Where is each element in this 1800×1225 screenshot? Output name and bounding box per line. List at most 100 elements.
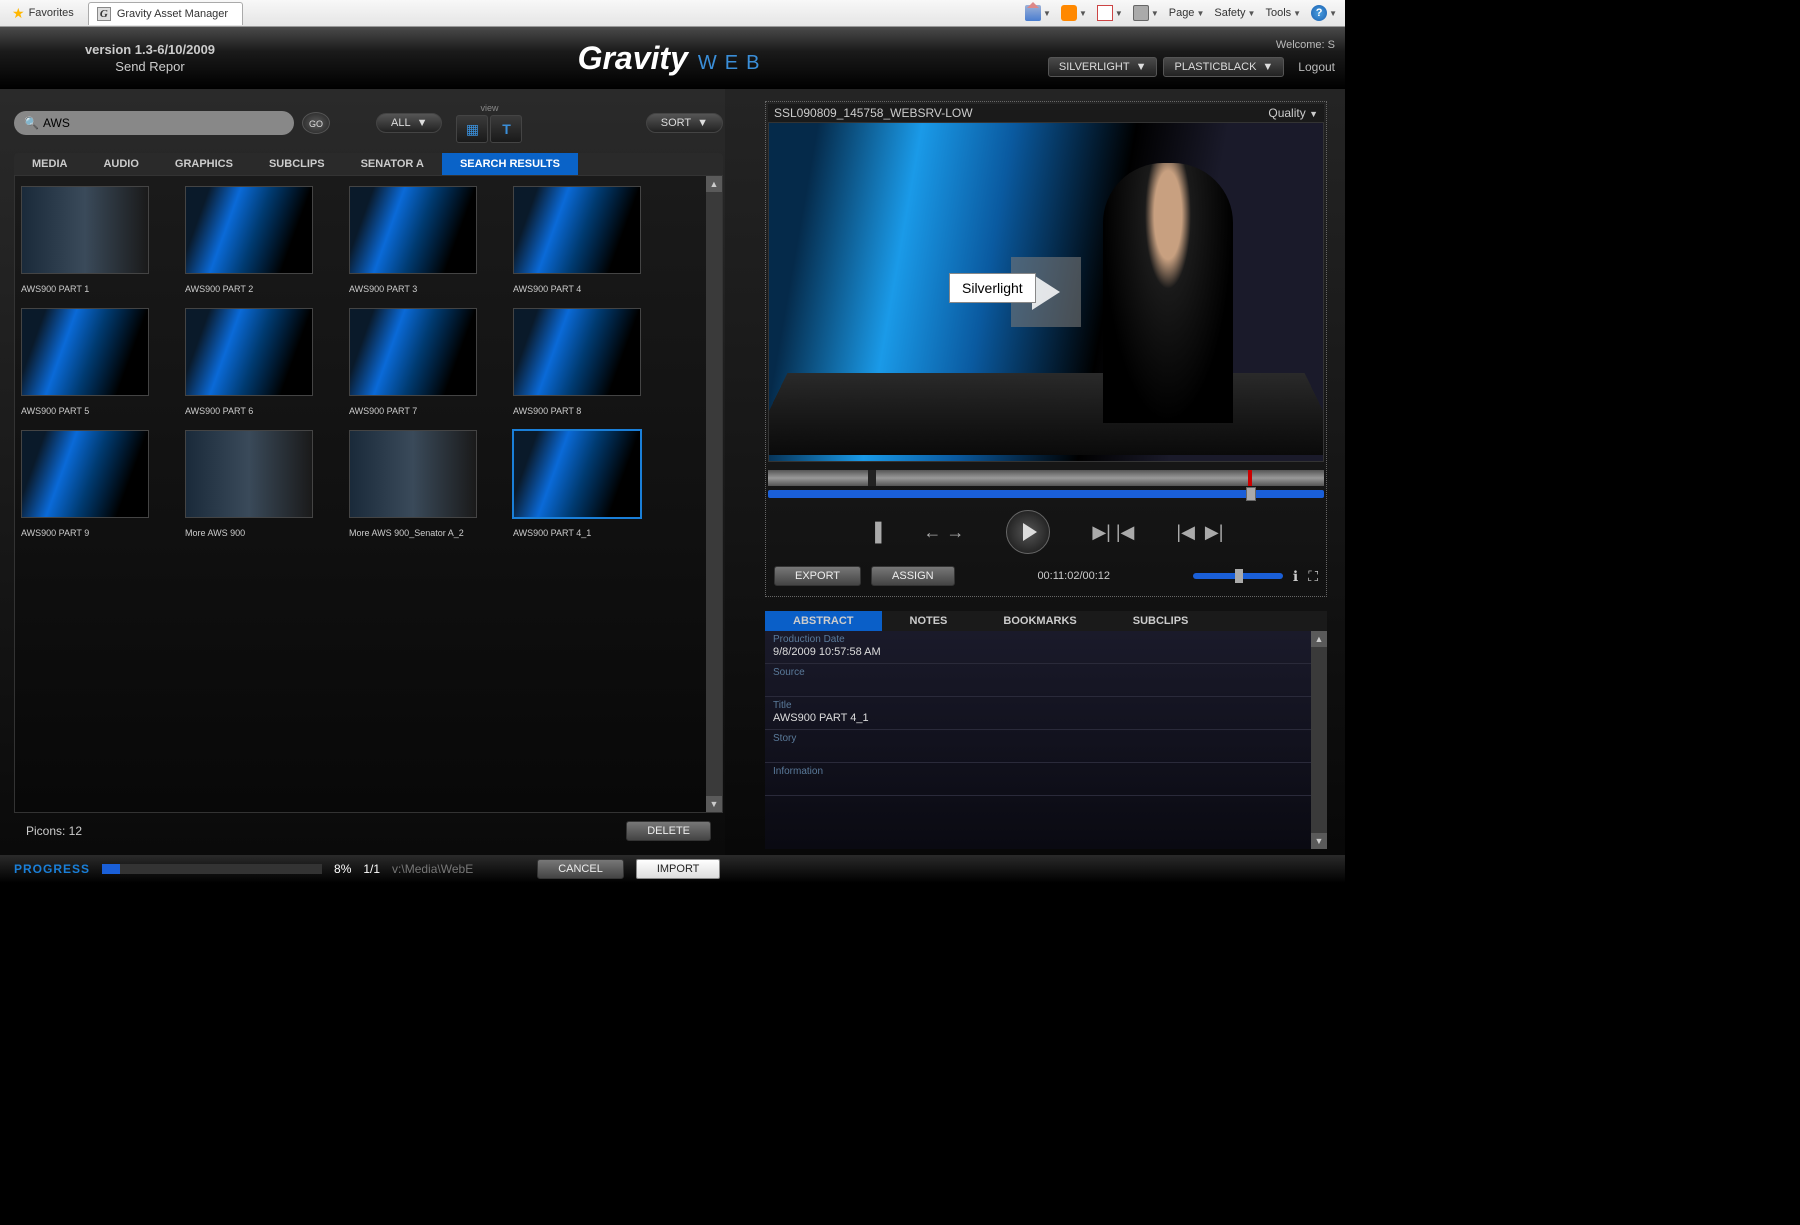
asset-item[interactable]: AWS900 PART 7 [349,308,497,416]
play-button[interactable] [1006,510,1050,554]
tab-search-results[interactable]: SEARCH RESULTS [442,153,578,175]
star-icon: ★ [12,5,25,22]
asset-item[interactable]: More AWS 900 [185,430,333,538]
grid-scrollbar[interactable]: ▲ ▼ [706,176,722,812]
home-button[interactable]: ▼ [1021,3,1055,23]
search-toolbar: 🔍 GO ALL▼ view ▦ T SORT▼ [14,103,723,143]
asset-label: AWS900 PART 3 [349,284,497,294]
clip-title: SSL090809_145758_WEBSRV-LOW [774,106,973,120]
filter-all-dropdown[interactable]: ALL▼ [376,113,442,133]
asset-grid: AWS900 PART 1 AWS900 PART 2 AWS900 PART … [15,176,706,812]
tab-senator-a[interactable]: SENATOR A [343,153,442,175]
view-grid-icon[interactable]: ▦ [456,115,488,143]
delete-button[interactable]: DELETE [626,821,711,841]
asset-item[interactable]: More AWS 900_Senator A_2 [349,430,497,538]
step-back-forward-icon[interactable]: ← → [923,522,964,543]
favorites-button[interactable]: ★ Favorites [4,5,82,22]
tab-audio[interactable]: AUDIO [85,153,156,175]
quality-dropdown[interactable]: Quality ▼ [1268,106,1318,120]
category-tabs: MEDIA AUDIO GRAPHICS SUBCLIPS SENATOR A … [14,153,723,175]
tab-bookmarks[interactable]: BOOKMARKS [975,611,1104,631]
timeline-handle[interactable] [1246,487,1256,501]
search-box[interactable]: 🔍 [14,111,294,135]
tools-menu[interactable]: Tools ▼ [1261,5,1305,21]
safety-menu[interactable]: Safety ▼ [1210,5,1259,21]
tab-subclips-meta[interactable]: SUBCLIPS [1105,611,1217,631]
metadata-scrollbar[interactable]: ▲ ▼ [1311,631,1327,849]
logout-link[interactable]: Logout [1298,60,1335,74]
asset-item-selected[interactable]: AWS900 PART 4_1 [513,430,661,538]
mark-in-icon[interactable]: ▐ [869,522,882,543]
search-input[interactable] [43,116,284,130]
preview-panel: SSL090809_145758_WEBSRV-LOW Quality ▼ Si… [725,89,1345,855]
welcome-text: Welcome: S [1048,39,1335,51]
page-label: Page [1169,7,1195,19]
view-text-icon[interactable]: T [490,115,522,143]
timeline-scrubber[interactable] [768,470,1324,486]
info-icon[interactable]: ℹ [1293,568,1298,585]
scroll-up-icon[interactable]: ▲ [1311,631,1327,647]
version-block: version 1.3-6/10/2009 Send Repor [10,42,290,74]
browser-tab[interactable]: G Gravity Asset Manager [88,2,243,25]
send-report-link[interactable]: Send Repor [10,59,290,74]
page-menu[interactable]: Page ▼ [1165,5,1209,21]
asset-item[interactable]: AWS900 PART 8 [513,308,661,416]
assign-button[interactable]: ASSIGN [871,566,955,586]
dd1-label: SILVERLIGHT [1059,61,1130,73]
asset-item[interactable]: AWS900 PART 9 [21,430,169,538]
home-icon [1025,5,1041,21]
meta-row: TitleAWS900 PART 4_1 [765,697,1311,730]
browser-tools: ▼ ▼ ▼ ▼ Page ▼ Safety ▼ Tools ▼ ?▼ [1021,3,1341,23]
tab-abstract[interactable]: ABSTRACT [765,611,882,631]
app-header: version 1.3-6/10/2009 Send Repor Gravity… [0,27,1345,89]
asset-label: AWS900 PART 4 [513,284,661,294]
meta-label: Story [773,733,1303,744]
sort-dropdown[interactable]: SORT▼ [646,113,723,133]
meta-row: Information [765,763,1311,796]
asset-label: AWS900 PART 8 [513,406,661,416]
import-button[interactable]: IMPORT [636,859,721,879]
scroll-down-icon[interactable]: ▼ [1311,833,1327,849]
timeline-progress[interactable] [768,490,1324,498]
asset-item[interactable]: AWS900 PART 4 [513,186,661,294]
asset-label: More AWS 900 [185,528,333,538]
volume-slider[interactable] [1193,573,1283,579]
chevron-down-icon: ▼ [1136,61,1147,73]
skip-buttons[interactable]: ▶| |◀ [1092,522,1134,543]
fullscreen-icon[interactable]: ⛶ [1308,568,1318,585]
export-button[interactable]: EXPORT [774,566,861,586]
asset-item[interactable]: AWS900 PART 2 [185,186,333,294]
tab-media[interactable]: MEDIA [14,153,85,175]
go-button[interactable]: GO [302,112,330,134]
volume-handle[interactable] [1235,569,1243,583]
prev-next-buttons[interactable]: |◀ ▶| [1176,522,1223,543]
asset-item[interactable]: AWS900 PART 6 [185,308,333,416]
meta-value [773,778,1303,791]
print-icon [1133,5,1149,21]
tab-notes[interactable]: NOTES [882,611,976,631]
video-viewport[interactable]: Silverlight [768,122,1324,462]
print-button[interactable]: ▼ [1129,3,1163,23]
asset-item[interactable]: AWS900 PART 1 [21,186,169,294]
asset-label: More AWS 900_Senator A_2 [349,528,497,538]
tab-title: Gravity Asset Manager [117,8,228,20]
cancel-button[interactable]: CANCEL [537,859,624,879]
theme-dropdown-1[interactable]: SILVERLIGHT ▼ [1048,57,1158,77]
tab-graphics[interactable]: GRAPHICS [157,153,251,175]
asset-label: AWS900 PART 1 [21,284,169,294]
theme-dropdown-2[interactable]: PLASTICBLACK▼ [1163,57,1284,77]
chevron-down-icon: ▼ [697,117,708,129]
chevron-down-icon: ▼ [1248,9,1256,18]
asset-item[interactable]: AWS900 PART 3 [349,186,497,294]
scroll-up-icon[interactable]: ▲ [706,176,722,192]
app-logo: GravityWEB [578,40,768,77]
meta-value [773,679,1303,692]
scroll-down-icon[interactable]: ▼ [706,796,722,812]
asset-item[interactable]: AWS900 PART 5 [21,308,169,416]
mail-button[interactable]: ▼ [1093,3,1127,23]
asset-label: AWS900 PART 2 [185,284,333,294]
tab-subclips[interactable]: SUBCLIPS [251,153,343,175]
help-button[interactable]: ?▼ [1307,3,1341,23]
view-group: view ▦ T [456,103,522,143]
rss-button[interactable]: ▼ [1057,3,1091,23]
